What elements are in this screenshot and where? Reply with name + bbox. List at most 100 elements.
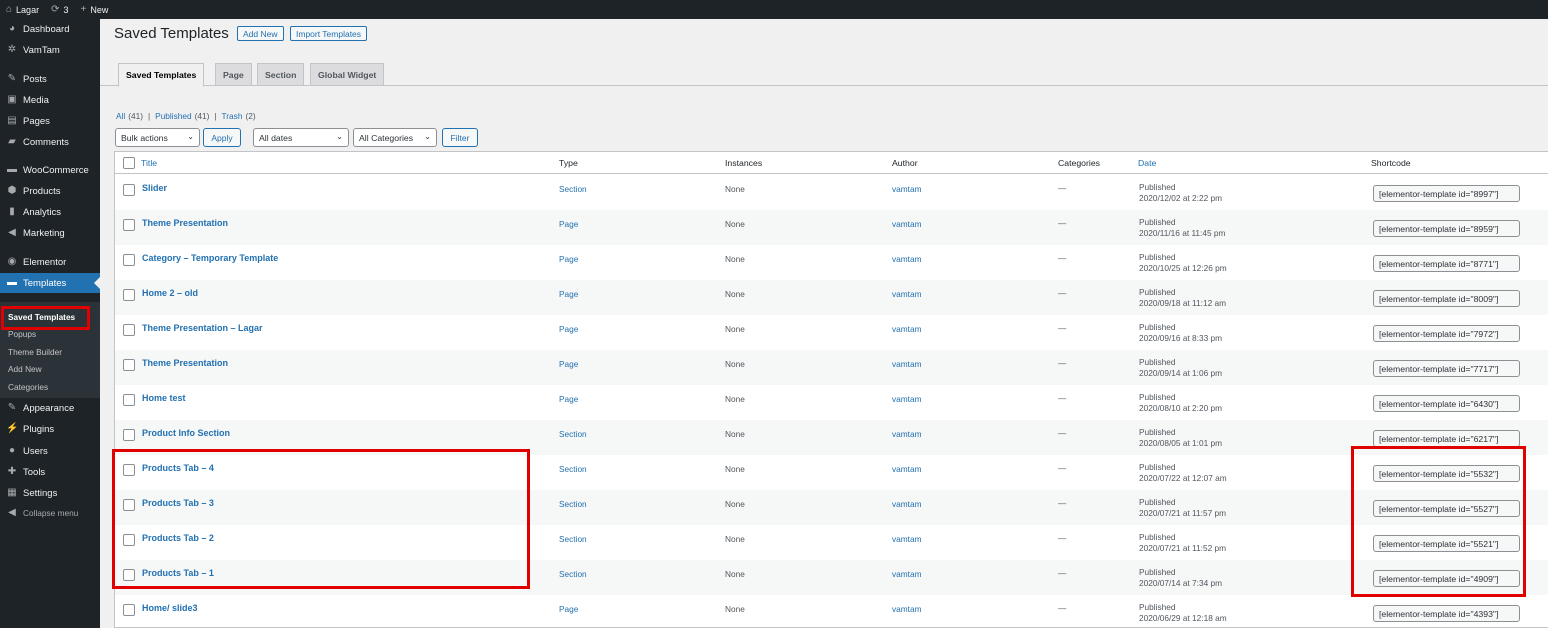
- submenu-item-add-new[interactable]: Add New: [8, 364, 42, 374]
- template-type-link[interactable]: Section: [559, 464, 587, 474]
- select-all-checkbox[interactable]: [123, 157, 135, 169]
- submenu-item-saved-templates[interactable]: Saved Templates: [8, 312, 75, 322]
- template-author-link[interactable]: vamtam: [892, 499, 922, 509]
- import-templates-button[interactable]: Import Templates: [290, 26, 368, 41]
- row-checkbox[interactable]: [123, 429, 135, 441]
- column-title-header[interactable]: Title: [141, 158, 157, 168]
- submenu-item-theme-builder[interactable]: Theme Builder: [8, 347, 62, 357]
- filter-published-link[interactable]: Published (41): [155, 111, 209, 121]
- new-content-link[interactable]: + New: [80, 4, 108, 15]
- updates-link[interactable]: ⟳ 3: [51, 4, 68, 15]
- template-author-link[interactable]: vamtam: [892, 289, 922, 299]
- template-author-link[interactable]: vamtam: [892, 464, 922, 474]
- template-type-link[interactable]: Page: [559, 219, 578, 229]
- sidebar-item-comments[interactable]: ▰ Comments: [0, 132, 100, 152]
- sidebar-item-products[interactable]: ⬢ Products: [0, 181, 100, 201]
- sidebar-item-tools[interactable]: ✚ Tools: [0, 462, 100, 482]
- row-checkbox[interactable]: [123, 359, 135, 371]
- template-title-link[interactable]: Home test: [142, 393, 186, 403]
- template-title-link[interactable]: Products Tab – 2: [142, 533, 214, 543]
- template-title-link[interactable]: Home 2 – old: [142, 288, 198, 298]
- add-new-button[interactable]: Add New: [237, 26, 284, 41]
- tab-page[interactable]: Page: [215, 63, 252, 86]
- sidebar-item-analytics[interactable]: ▮ Analytics: [0, 202, 100, 222]
- sidebar-item-vamtam[interactable]: ✲ VamTam: [0, 40, 100, 60]
- apply-button[interactable]: Apply: [203, 128, 241, 147]
- template-author-link[interactable]: vamtam: [892, 254, 922, 264]
- shortcode-field[interactable]: [elementor-template id="5527"]: [1373, 500, 1520, 517]
- sidebar-item-settings[interactable]: ▦ Settings: [0, 483, 100, 503]
- template-title-link[interactable]: Products Tab – 1: [142, 568, 214, 578]
- submenu-item-popups[interactable]: Popups: [8, 329, 36, 339]
- sidebar-item-woocommerce[interactable]: ▬ WooCommerce: [0, 160, 100, 180]
- shortcode-field[interactable]: [elementor-template id="5521"]: [1373, 535, 1520, 552]
- template-title-link[interactable]: Product Info Section: [142, 428, 230, 438]
- filter-trash-link[interactable]: Trash (2): [222, 111, 256, 121]
- filter-button[interactable]: Filter: [442, 128, 478, 147]
- template-author-link[interactable]: vamtam: [892, 219, 922, 229]
- row-checkbox[interactable]: [123, 219, 135, 231]
- tab-section[interactable]: Section: [257, 63, 305, 86]
- template-title-link[interactable]: Products Tab – 4: [142, 463, 214, 473]
- category-filter-select[interactable]: All Categories ⌄: [353, 128, 437, 147]
- template-author-link[interactable]: vamtam: [892, 569, 922, 579]
- template-title-link[interactable]: Slider: [142, 183, 167, 193]
- template-author-link[interactable]: vamtam: [892, 604, 922, 614]
- sidebar-item-pages[interactable]: ▤ Pages: [0, 111, 100, 131]
- row-checkbox[interactable]: [123, 289, 135, 301]
- bulk-actions-select[interactable]: Bulk actions ⌄: [115, 128, 200, 147]
- template-author-link[interactable]: vamtam: [892, 324, 922, 334]
- sidebar-item-posts[interactable]: ✎ Posts: [0, 69, 100, 89]
- sidebar-item-media[interactable]: ▣ Media: [0, 90, 100, 110]
- filter-all-link[interactable]: All (41): [116, 111, 143, 121]
- template-title-link[interactable]: Theme Presentation – Lagar: [142, 323, 263, 333]
- column-date-header[interactable]: Date: [1138, 158, 1156, 168]
- template-author-link[interactable]: vamtam: [892, 429, 922, 439]
- shortcode-field[interactable]: [elementor-template id="7972"]: [1373, 325, 1520, 342]
- tab-global-widget[interactable]: Global Widget: [310, 63, 385, 86]
- shortcode-field[interactable]: [elementor-template id="8997"]: [1373, 185, 1520, 202]
- sidebar-item-marketing[interactable]: ◀ Marketing: [0, 223, 100, 243]
- template-type-link[interactable]: Page: [559, 324, 578, 334]
- template-title-link[interactable]: Products Tab – 3: [142, 498, 214, 508]
- shortcode-field[interactable]: [elementor-template id="8959"]: [1373, 220, 1520, 237]
- sidebar-item-plugins[interactable]: ⚡ Plugins: [0, 419, 100, 439]
- row-checkbox[interactable]: [123, 324, 135, 336]
- row-checkbox[interactable]: [123, 464, 135, 476]
- site-name-link[interactable]: ⌂ Lagar: [6, 4, 39, 15]
- template-title-link[interactable]: Theme Presentation: [142, 218, 228, 228]
- sidebar-item-dashboard[interactable]: ◕ Dashboard: [0, 19, 100, 39]
- template-type-link[interactable]: Section: [559, 429, 587, 439]
- template-title-link[interactable]: Theme Presentation: [142, 358, 228, 368]
- template-author-link[interactable]: vamtam: [892, 394, 922, 404]
- sidebar-item-collapse-menu[interactable]: ◀ Collapse menu: [0, 503, 100, 523]
- shortcode-field[interactable]: [elementor-template id="6430"]: [1373, 395, 1520, 412]
- template-author-link[interactable]: vamtam: [892, 184, 922, 194]
- template-author-link[interactable]: vamtam: [892, 359, 922, 369]
- shortcode-field[interactable]: [elementor-template id="6217"]: [1373, 430, 1520, 447]
- template-type-link[interactable]: Section: [559, 499, 587, 509]
- sidebar-item-elementor[interactable]: ◉ Elementor: [0, 252, 100, 272]
- shortcode-field[interactable]: [elementor-template id="8771"]: [1373, 255, 1520, 272]
- row-checkbox[interactable]: [123, 499, 135, 511]
- sidebar-item-appearance[interactable]: ✎ Appearance: [0, 398, 100, 418]
- submenu-item-categories[interactable]: Categories: [8, 382, 48, 392]
- date-filter-select[interactable]: All dates ⌄: [253, 128, 349, 147]
- shortcode-field[interactable]: [elementor-template id="7717"]: [1373, 360, 1520, 377]
- template-type-link[interactable]: Page: [559, 394, 578, 404]
- template-type-link[interactable]: Page: [559, 359, 578, 369]
- template-type-link[interactable]: Section: [559, 534, 587, 544]
- shortcode-field[interactable]: [elementor-template id="4393"]: [1373, 605, 1520, 622]
- template-type-link[interactable]: Page: [559, 254, 578, 264]
- template-title-link[interactable]: Category – Temporary Template: [142, 253, 278, 263]
- row-checkbox[interactable]: [123, 394, 135, 406]
- row-checkbox[interactable]: [123, 569, 135, 581]
- sidebar-item-users[interactable]: ● Users: [0, 441, 100, 461]
- row-checkbox[interactable]: [123, 604, 135, 616]
- template-type-link[interactable]: Page: [559, 604, 578, 614]
- shortcode-field[interactable]: [elementor-template id="4909"]: [1373, 570, 1520, 587]
- shortcode-field[interactable]: [elementor-template id="5532"]: [1373, 465, 1520, 482]
- row-checkbox[interactable]: [123, 184, 135, 196]
- row-checkbox[interactable]: [123, 254, 135, 266]
- template-type-link[interactable]: Section: [559, 569, 587, 579]
